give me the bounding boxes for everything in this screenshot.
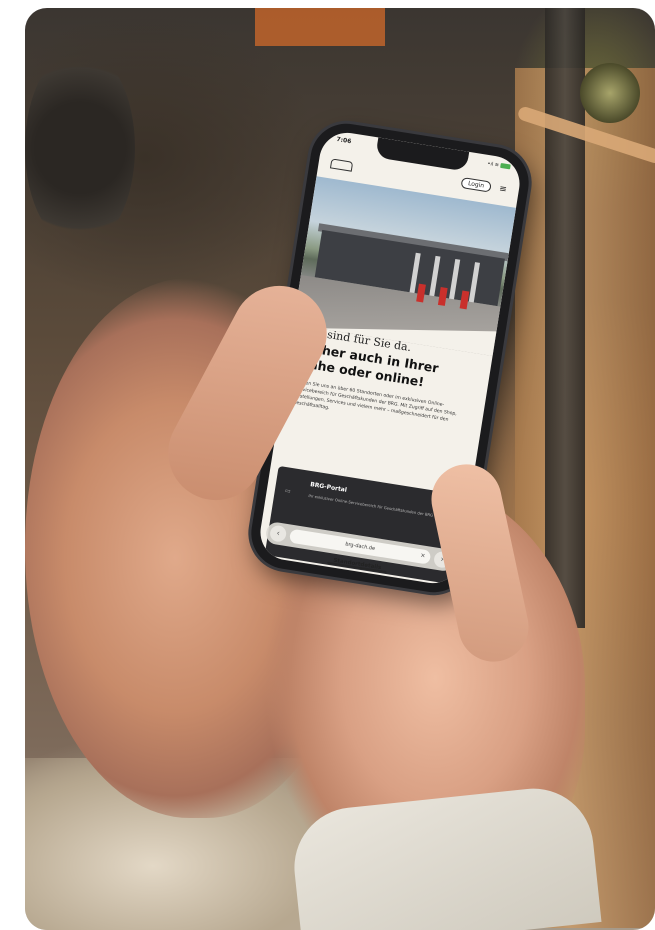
- status-icons: •ıl ≋: [487, 161, 511, 171]
- login-button[interactable]: Login: [460, 177, 492, 193]
- back-button[interactable]: ‹: [268, 524, 288, 543]
- photo-frame: 7:06 •ıl ≋ Login ≡ Wir sind für Sie da. …: [25, 8, 655, 930]
- background-lamp: [580, 63, 640, 123]
- background-wheel: [25, 48, 135, 248]
- brand-logo-icon[interactable]: [329, 158, 354, 172]
- background-orange-object: [255, 8, 385, 46]
- background-metal-rail: [545, 8, 585, 628]
- signal-icon: •ıl ≋: [486, 160, 500, 169]
- portal-description: Ihr exklusiver Online-Servicebereich für…: [308, 492, 434, 518]
- portal-title: BRG-Portal: [309, 481, 348, 494]
- battery-icon: [500, 162, 511, 170]
- close-icon[interactable]: ✕: [419, 549, 426, 564]
- menu-icon[interactable]: ≡: [498, 184, 507, 195]
- status-time: 7:06: [335, 135, 352, 146]
- portal-icon: ▭: [284, 487, 292, 496]
- url-text: brg-dach.de: [344, 541, 376, 552]
